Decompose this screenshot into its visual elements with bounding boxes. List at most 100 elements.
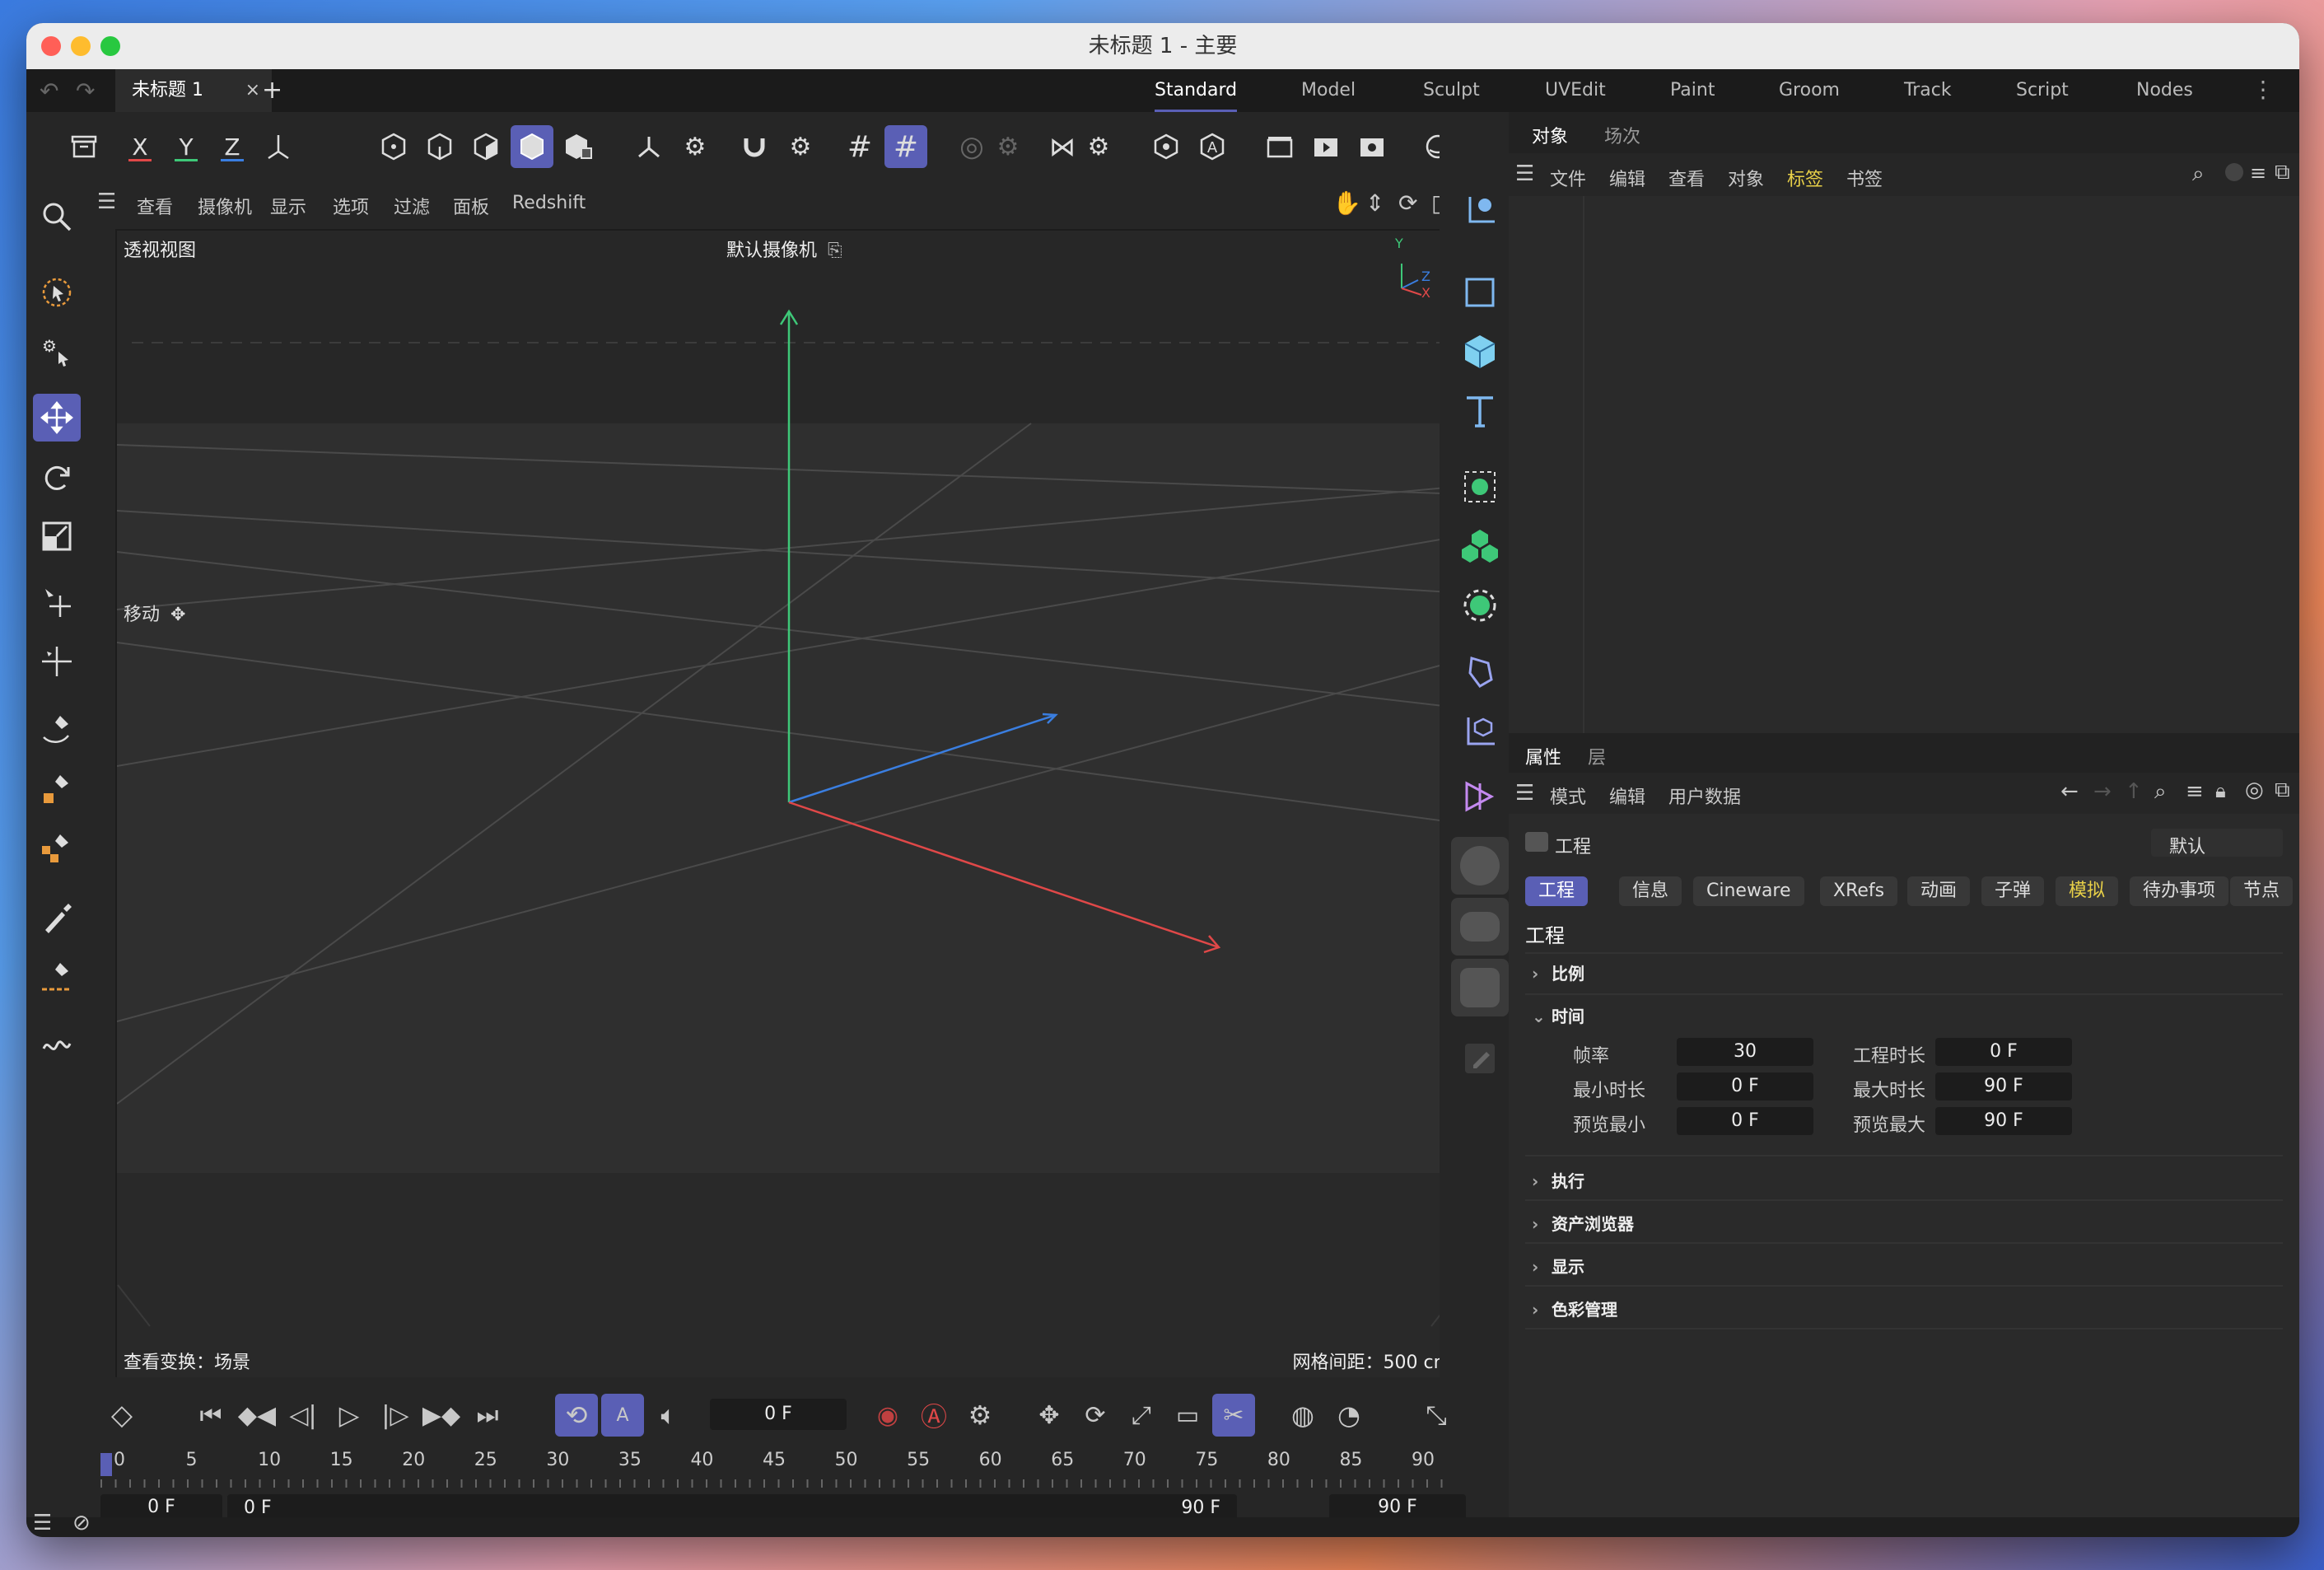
workplane-snap-icon[interactable]: # xyxy=(884,125,927,168)
snap-magnet-icon[interactable] xyxy=(733,125,776,168)
section-color-management[interactable]: › 色彩管理 xyxy=(1532,1297,1617,1331)
chip-info[interactable]: 信息 xyxy=(1619,876,1682,906)
chip-todo[interactable]: 待办事项 xyxy=(2130,876,2229,906)
filter-lines-icon[interactable]: ≡ xyxy=(2250,161,2266,185)
search-icon[interactable] xyxy=(33,193,81,241)
viewport-canvas[interactable]: 透视视图 默认摄像机 ⎘ Y Z X 移动 ✥ 查看变换：场景 网格间距：500… xyxy=(115,229,1463,1379)
chip-simulation[interactable]: 模拟 xyxy=(2056,876,2119,906)
attributes-menu-edit[interactable]: 编辑 xyxy=(1609,783,1645,809)
max-length-field[interactable]: 90 F xyxy=(1935,1072,2072,1100)
key-param-icon[interactable]: ▭ xyxy=(1166,1394,1209,1437)
light-object-icon[interactable] xyxy=(1451,898,1509,956)
viewport-solo-icon[interactable] xyxy=(1145,125,1188,168)
null-object-icon[interactable] xyxy=(1451,264,1509,321)
move-tool-icon[interactable] xyxy=(33,394,81,442)
section-time[interactable]: ⌄ 时间 xyxy=(1532,1003,1584,1038)
min-length-field[interactable]: 0 F xyxy=(1677,1072,1813,1100)
up-arrow-icon[interactable]: ↑ xyxy=(2125,779,2143,804)
x-axis-lock-button[interactable]: X xyxy=(119,125,161,168)
tab-attributes[interactable]: 属性 xyxy=(1525,743,1561,769)
filter-lines-icon[interactable]: ≡ xyxy=(2186,779,2204,804)
polygons-mode-icon[interactable] xyxy=(464,125,507,168)
chip-xrefs[interactable]: XRefs xyxy=(1820,876,1898,906)
orbit-icon[interactable]: ⟳ xyxy=(1398,189,1417,217)
playhead[interactable] xyxy=(100,1453,112,1476)
scale-tool-icon[interactable] xyxy=(33,512,81,560)
objects-menu-object[interactable]: 对象 xyxy=(1728,165,1764,191)
viewport-menu-redshift[interactable]: Redshift xyxy=(512,193,586,213)
prev-key-icon[interactable]: ◆◀ xyxy=(236,1394,278,1437)
attributes-menu-mode[interactable]: 模式 xyxy=(1550,783,1586,809)
viewport-menu-filter[interactable]: 过滤 xyxy=(394,193,430,219)
redo-icon[interactable]: ↷ xyxy=(76,77,95,105)
open-window-icon[interactable]: ⧉ xyxy=(2275,778,2290,803)
text-object-icon[interactable] xyxy=(1451,382,1509,440)
curve-editor-icon[interactable]: ⤡ xyxy=(1415,1394,1458,1437)
section-display[interactable]: › 显示 xyxy=(1532,1254,1584,1288)
undo-icon[interactable]: ↶ xyxy=(40,77,58,105)
hamburger-menu-icon[interactable]: ☰ xyxy=(97,189,116,214)
go-to-start-icon[interactable]: ⏮ xyxy=(189,1394,232,1437)
go-to-end-icon[interactable]: ⏭ xyxy=(466,1394,509,1437)
sound-icon[interactable]: 🔈︎ xyxy=(647,1394,690,1437)
effector-icon[interactable] xyxy=(1451,577,1509,634)
transform-tool-icon[interactable] xyxy=(33,578,81,626)
axis-mode-icon[interactable] xyxy=(628,125,670,168)
coordinate-system-icon[interactable] xyxy=(257,125,300,168)
back-arrow-icon[interactable]: ← xyxy=(2060,779,2079,804)
tweak-tool-icon[interactable]: ⚙ xyxy=(33,328,81,376)
section-scale[interactable]: › 比例 xyxy=(1532,960,1584,995)
zoom-window-button[interactable] xyxy=(100,36,120,56)
axis-settings-gear-icon[interactable]: ⚙ xyxy=(674,125,716,168)
section-asset-browser[interactable]: › 资产浏览器 xyxy=(1532,1211,1634,1245)
edit-tool-icon[interactable] xyxy=(1451,1030,1509,1087)
layout-tab-paint[interactable]: Paint xyxy=(1670,69,1715,112)
auto-keyframe-icon[interactable]: A xyxy=(1191,125,1234,168)
pan-hand-icon[interactable]: ✋ xyxy=(1332,189,1361,217)
layout-tab-script[interactable]: Script xyxy=(2016,69,2069,112)
z-axis-lock-button[interactable]: Z xyxy=(211,125,254,168)
project-length-field[interactable]: 0 F xyxy=(1935,1038,2072,1066)
hamburger-menu-icon[interactable]: ☰ xyxy=(1515,161,1534,186)
tab-takes[interactable]: 场次 xyxy=(1604,122,1640,148)
points-mode-icon[interactable] xyxy=(372,125,415,168)
tag-object-icon[interactable] xyxy=(1451,768,1509,825)
autokey-icon[interactable]: Ⓐ xyxy=(912,1394,955,1437)
more-menu-icon[interactable]: ⋮ xyxy=(2252,76,2275,103)
uv-mode-icon[interactable] xyxy=(557,125,600,168)
layout-tab-standard[interactable]: Standard xyxy=(1155,69,1238,112)
viewport-menu-display[interactable]: 显示 xyxy=(270,193,306,219)
grid-snap-icon[interactable]: # xyxy=(838,125,881,168)
chip-animation[interactable]: 动画 xyxy=(1907,876,1971,906)
render-view-icon[interactable] xyxy=(1304,125,1347,168)
viewport-menu-view[interactable]: 查看 xyxy=(137,193,173,219)
objects-menu-edit[interactable]: 编辑 xyxy=(1609,165,1645,191)
preview-max-field[interactable]: 90 F xyxy=(1935,1107,2072,1135)
keyframe-settings-icon[interactable]: ⚙ xyxy=(959,1394,1001,1437)
snap-settings-gear-icon[interactable]: ⚙ xyxy=(779,125,822,168)
layout-tab-uvedit[interactable]: UVEdit xyxy=(1545,69,1606,112)
cloner-icon[interactable] xyxy=(1451,517,1509,575)
sketch-freehand-icon[interactable] xyxy=(33,1018,81,1066)
key-rotation-icon[interactable]: ⟳ xyxy=(1074,1394,1117,1437)
keyframe-diamond-icon[interactable]: ◇ xyxy=(100,1394,143,1437)
chip-nodes[interactable]: 节点 xyxy=(2230,876,2294,906)
key-pla-icon[interactable]: ✂ xyxy=(1212,1394,1255,1437)
lock-icon[interactable]: 🔒︎ xyxy=(2215,779,2226,802)
coordinate-object-icon[interactable] xyxy=(1451,181,1509,239)
motion-system-icon[interactable]: ◍ xyxy=(1281,1394,1324,1437)
live-selection-icon[interactable] xyxy=(33,269,81,316)
camera-object-icon[interactable] xyxy=(1451,837,1509,895)
viewport-menu-panel[interactable]: 面板 xyxy=(453,193,489,219)
tab-objects[interactable]: 对象 xyxy=(1532,122,1568,148)
preset-dropdown[interactable]: 默认 xyxy=(2151,829,2283,857)
play-icon[interactable]: ▷ xyxy=(328,1394,371,1437)
close-window-button[interactable] xyxy=(41,36,61,56)
generator-icon[interactable] xyxy=(1451,458,1509,516)
cube-icon[interactable] xyxy=(1451,323,1509,381)
objects-tree[interactable] xyxy=(1509,196,2299,755)
layout-tab-track[interactable]: Track xyxy=(1904,69,1952,112)
model-mode-icon[interactable] xyxy=(511,125,553,168)
symmetry-gear-icon[interactable]: ⚙ xyxy=(1077,125,1120,168)
objects-menu-view[interactable]: 查看 xyxy=(1668,165,1705,191)
